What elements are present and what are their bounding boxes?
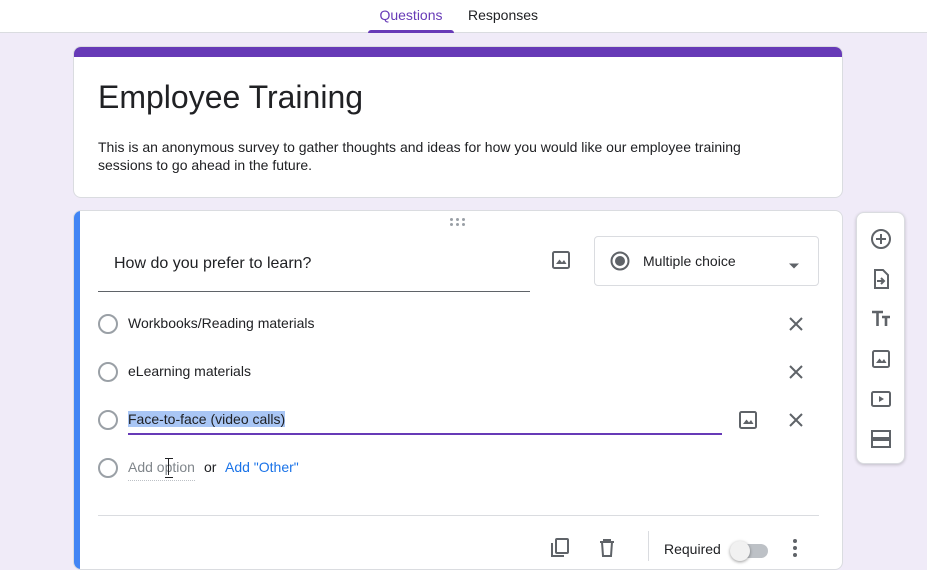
image-icon[interactable] [869, 347, 893, 371]
form-header-card[interactable]: Employee Training This is an anonymous s… [73, 46, 843, 198]
tab-questions[interactable]: Questions [368, 0, 454, 33]
card-footer-divider [98, 515, 819, 516]
option-row[interactable]: eLearning materials [98, 359, 818, 383]
copy-icon[interactable] [548, 536, 572, 560]
question-card[interactable]: How do you prefer to learn? Multiple cho… [73, 210, 843, 570]
tab-responses[interactable]: Responses [462, 0, 544, 33]
question-type-dropdown[interactable]: Multiple choice [594, 236, 819, 286]
section-icon[interactable] [869, 427, 893, 451]
active-card-indicator [74, 211, 80, 569]
radio-button-icon [98, 314, 118, 334]
option-label[interactable]: eLearning materials [128, 363, 251, 379]
option-row[interactable]: Workbooks/Reading materials [98, 311, 818, 335]
tab-responses-label: Responses [467, 7, 539, 23]
radio-button-icon [98, 410, 118, 430]
theme-accent-bar [74, 47, 842, 57]
drag-handle-icon[interactable] [450, 218, 468, 228]
question-title-text: How do you prefer to learn? [114, 255, 312, 272]
option-label-selected[interactable]: Face-to-face (video calls) [128, 411, 286, 427]
top-tab-bar: Questions Responses [0, 0, 927, 33]
close-icon[interactable] [784, 408, 808, 432]
add-other-link[interactable]: Add "Other" [225, 459, 299, 475]
import-icon[interactable] [869, 267, 893, 291]
video-icon[interactable] [869, 387, 893, 411]
option-row-focused[interactable]: Face-to-face (video calls) [98, 407, 818, 435]
add-option-row: Add option or Add "Other" [98, 455, 818, 481]
chevron-down-icon [788, 257, 800, 275]
footer-separator [648, 531, 649, 561]
radio-button-icon [610, 251, 630, 276]
add-circle-icon[interactable] [869, 227, 893, 251]
trash-icon[interactable] [595, 536, 619, 560]
text-title-icon[interactable] [869, 307, 893, 331]
radio-button-icon [98, 362, 118, 382]
radio-button-icon [98, 458, 118, 478]
form-description[interactable]: This is an anonymous survey to gather th… [98, 138, 788, 174]
floating-toolbar [856, 212, 905, 464]
or-text: or [204, 459, 217, 475]
add-image-icon[interactable] [549, 248, 573, 272]
question-type-label: Multiple choice [643, 253, 736, 269]
option-label[interactable]: Workbooks/Reading materials [128, 315, 315, 331]
close-icon[interactable] [784, 360, 808, 384]
option-focus-underline [128, 433, 722, 435]
more-vertical-icon[interactable] [783, 536, 807, 565]
add-image-icon[interactable] [736, 408, 760, 437]
question-title-input[interactable]: How do you prefer to learn? [98, 235, 530, 292]
required-toggle-thumb[interactable] [730, 541, 750, 561]
tab-questions-label: Questions [379, 7, 443, 23]
add-option-input[interactable]: Add option [128, 459, 195, 481]
required-label: Required [664, 541, 721, 557]
form-title[interactable]: Employee Training [98, 79, 363, 116]
close-icon[interactable] [784, 312, 808, 336]
